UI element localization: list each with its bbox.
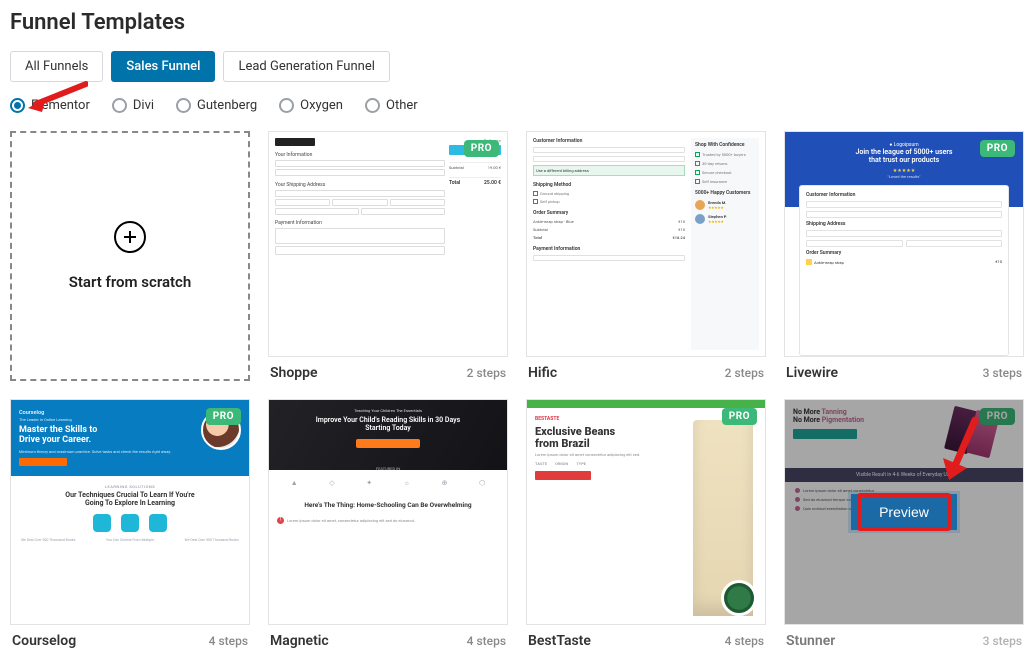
radio-icon [176,98,191,113]
page-title: Funnel Templates [10,10,1014,35]
radio-icon [10,98,25,113]
template-steps: 4 steps [725,634,764,648]
scratch-thumbnail: Start from scratch [10,131,250,381]
annotation-arrow-icon [939,416,985,486]
template-name: Courselog [12,633,76,649]
template-steps: 2 steps [467,366,506,380]
scratch-label: Start from scratch [69,273,192,291]
card-footer: Stunner 3 steps [784,625,1024,649]
radio-icon [365,98,380,113]
tab-sales-funnel[interactable]: Sales Funnel [111,51,215,82]
pro-badge: PRO [206,408,241,425]
template-thumbnail: Your Information Your Shipping Address P… [268,131,508,357]
card-footer: Magnetic 4 steps [268,625,508,649]
builder-radio-elementor[interactable]: Elementor [10,98,90,113]
card-footer: Courselog 4 steps [10,625,250,649]
template-card-stunner[interactable]: No More TanningNo More Pigmentation Visi… [784,399,1024,649]
pro-badge: PRO [722,408,757,425]
template-name: Magnetic [270,633,329,649]
funnel-type-tabs: All Funnels Sales Funnel Lead Generation… [10,51,1014,82]
template-card-start-from-scratch[interactable]: Start from scratch [10,131,250,381]
template-thumbnail: ● Logoipsum Join the league of 5000+ use… [784,131,1024,357]
template-steps: 4 steps [209,634,248,648]
template-grid: Start from scratch Your Information Your… [10,131,1014,649]
template-card-courselog[interactable]: Courselog The Leader in Online Learning … [10,399,250,649]
builder-radio-gutenberg[interactable]: Gutenberg [176,98,257,113]
tab-lead-generation-funnel[interactable]: Lead Generation Funnel [223,51,389,82]
builder-radio-oxygen[interactable]: Oxygen [279,98,343,113]
template-thumbnail: No More TanningNo More Pigmentation Visi… [784,399,1024,625]
card-footer: Shoppe 2 steps [268,357,508,381]
template-steps: 4 steps [467,634,506,648]
template-steps: 2 steps [725,366,764,380]
template-hover-overlay: Preview [785,400,1023,624]
builder-label: Elementor [31,98,90,113]
template-thumbnail: Courselog The Leader in Online Learning … [10,399,250,625]
template-thumbnail: Teaching Your Children The Essentials Im… [268,399,508,625]
template-name: Livewire [786,365,838,381]
radio-icon [279,98,294,113]
builder-label: Divi [133,98,154,113]
builder-label: Other [386,98,418,113]
plus-circle-icon [114,221,146,253]
tab-all-funnels[interactable]: All Funnels [10,51,103,82]
template-thumbnail: BESTASTE Exclusive Beansfrom Brazil Lore… [526,399,766,625]
template-name: Stunner [786,633,835,649]
builder-label: Oxygen [300,98,343,113]
template-name: Shoppe [270,365,318,381]
template-card-magnetic[interactable]: Teaching Your Children The Essentials Im… [268,399,508,649]
card-footer: Livewire 3 steps [784,357,1024,381]
template-name: BestTaste [528,633,591,649]
pro-badge: PRO [464,140,499,157]
builder-radio-other[interactable]: Other [365,98,418,113]
template-thumbnail: Customer Information Use a different bil… [526,131,766,357]
radio-icon [112,98,127,113]
template-card-livewire[interactable]: ● Logoipsum Join the league of 5000+ use… [784,131,1024,381]
card-footer: Hific 2 steps [526,357,766,381]
template-card-shoppe[interactable]: Your Information Your Shipping Address P… [268,131,508,381]
template-steps: 3 steps [983,366,1022,380]
card-footer: BestTaste 4 steps [526,625,766,649]
builder-radio-divi[interactable]: Divi [112,98,154,113]
template-name: Hific [528,365,557,381]
pro-badge: PRO [980,140,1015,157]
preview-button[interactable]: Preview [851,494,957,530]
builder-label: Gutenberg [197,98,257,113]
page-builder-filter: Elementor Divi Gutenberg Oxygen Other [10,98,1014,113]
template-card-hific[interactable]: Customer Information Use a different bil… [526,131,766,381]
template-card-besttaste[interactable]: BESTASTE Exclusive Beansfrom Brazil Lore… [526,399,766,649]
template-steps: 3 steps [983,634,1022,648]
